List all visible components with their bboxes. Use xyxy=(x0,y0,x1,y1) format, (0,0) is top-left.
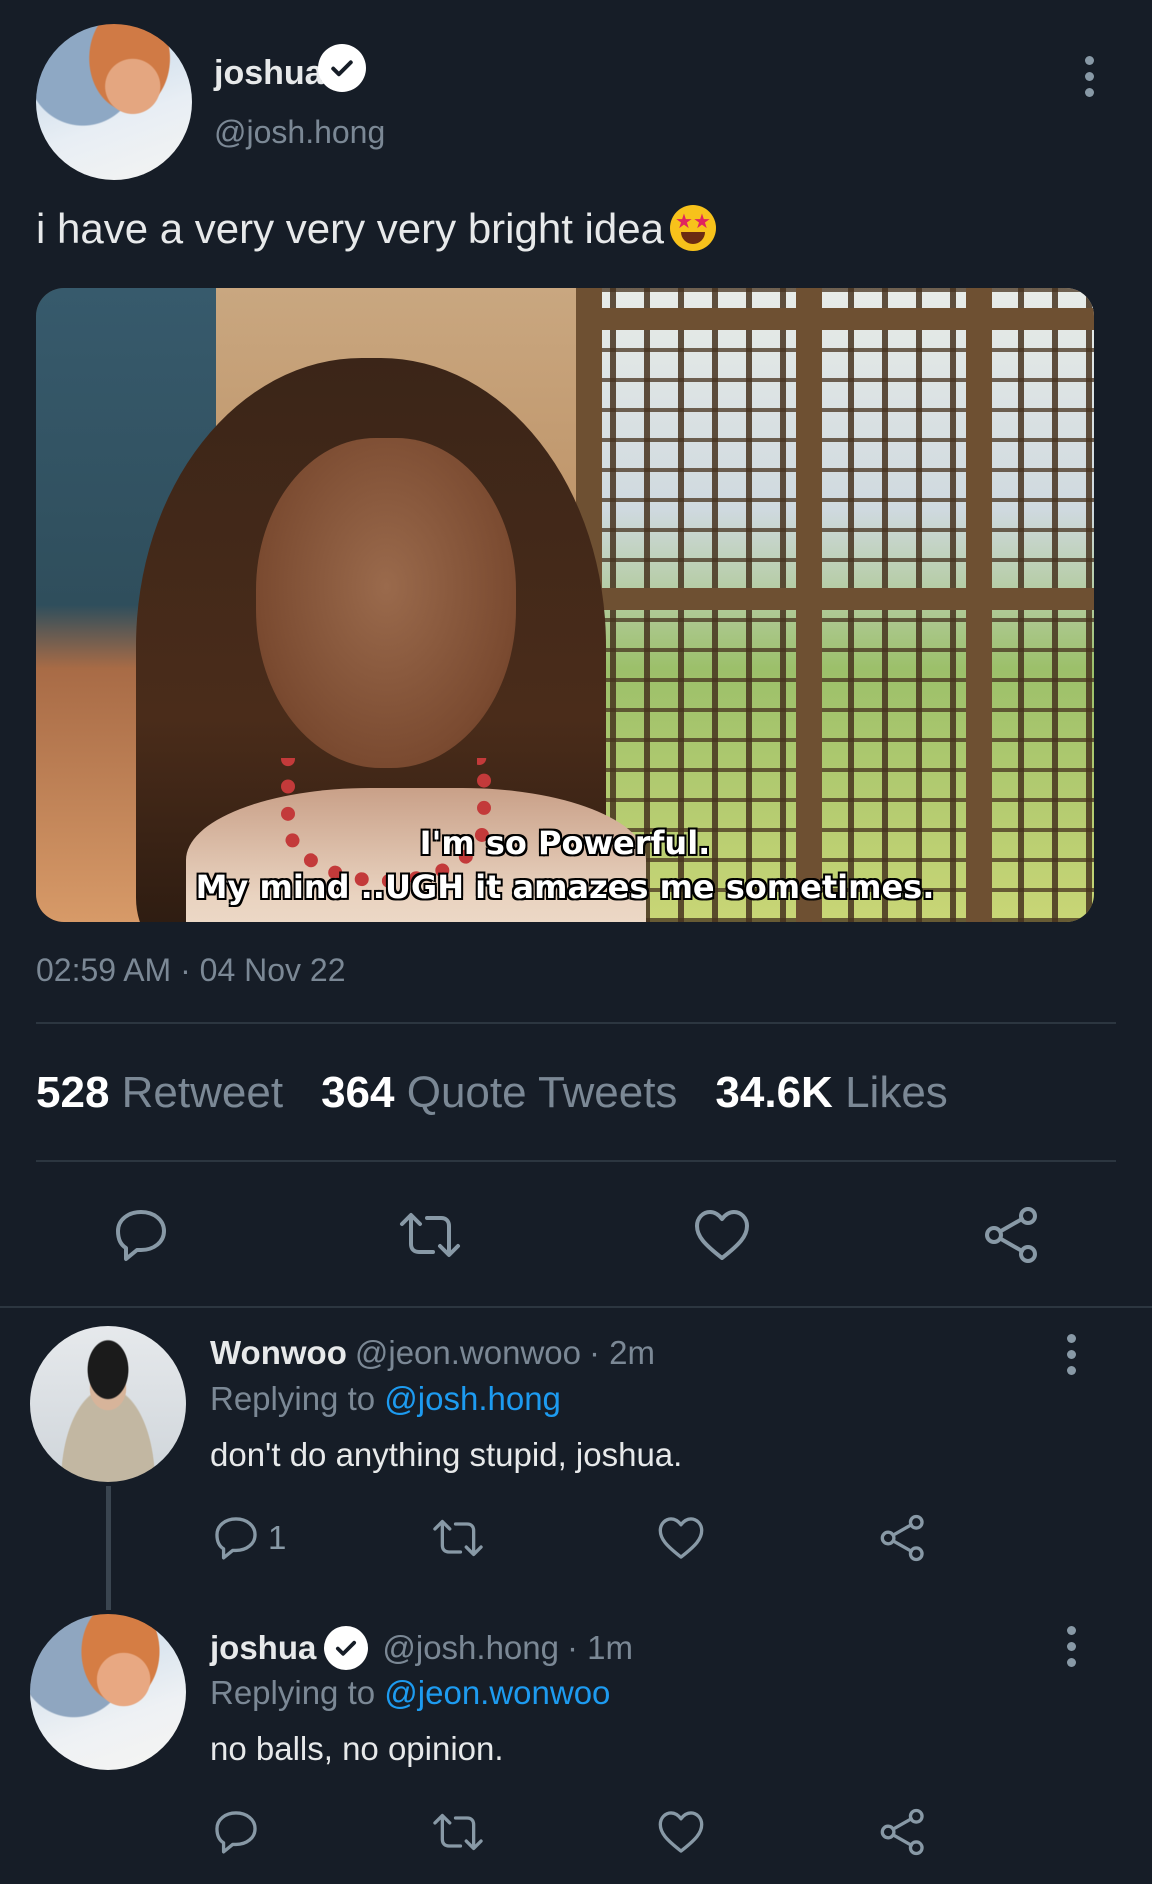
quotes-count: 364 xyxy=(321,1068,395,1117)
like-button[interactable] xyxy=(656,1514,706,1562)
media-caption-line-1: I'm so Powerful. xyxy=(419,824,711,862)
wonwoo-avatar[interactable] xyxy=(30,1326,186,1482)
verified-badge-icon xyxy=(318,44,366,92)
reply-header: joshua @josh.hong · 1m xyxy=(210,1626,633,1670)
more-options-icon[interactable] xyxy=(1064,1334,1078,1375)
media-caption-line-2: My mind ..UGH it amazes me sometimes. xyxy=(195,868,935,906)
share-icon xyxy=(880,1808,924,1856)
tweet-text: i have a very very very bright idea xyxy=(36,205,716,252)
like-button[interactable] xyxy=(692,1206,752,1264)
replying-to-link[interactable]: @josh.hong xyxy=(384,1380,561,1417)
replying-prefix: Replying to xyxy=(210,1674,376,1711)
retweet-icon xyxy=(400,1213,460,1257)
reply-button[interactable] xyxy=(212,1808,260,1856)
reply-time: · 1m xyxy=(566,1629,633,1666)
share-button[interactable] xyxy=(878,1514,928,1562)
share-button[interactable] xyxy=(982,1206,1042,1264)
heart-icon xyxy=(658,1517,704,1559)
more-options-icon[interactable] xyxy=(1064,1626,1078,1667)
share-icon xyxy=(880,1514,924,1562)
likes-stat[interactable]: 34.6K Likes xyxy=(715,1068,947,1118)
divider xyxy=(0,1306,1152,1308)
author-avatar[interactable] xyxy=(36,24,192,180)
replying-to-line: Replying to @josh.hong xyxy=(210,1380,561,1418)
reply-text: no balls, no opinion. xyxy=(210,1730,504,1767)
replying-to-line: Replying to @jeon.wonwoo xyxy=(210,1674,610,1712)
retweets-stat[interactable]: 528 Retweet xyxy=(36,1068,283,1118)
reply-icon xyxy=(116,1210,166,1261)
reply-text: don't do anything stupid, joshua. xyxy=(210,1436,683,1473)
tweet-stats: 528 Retweet 364 Quote Tweets 34.6K Likes xyxy=(36,1068,948,1118)
retweet-button[interactable] xyxy=(430,1808,486,1856)
reply-author-name[interactable]: joshua xyxy=(210,1629,316,1667)
share-icon xyxy=(985,1207,1037,1263)
replying-to-link[interactable]: @jeon.wonwoo xyxy=(384,1674,610,1711)
retweet-button[interactable] xyxy=(396,1206,464,1264)
share-button[interactable] xyxy=(878,1808,928,1856)
star-struck-emoji-icon xyxy=(669,205,716,251)
heart-icon xyxy=(658,1811,704,1853)
retweet-button[interactable] xyxy=(430,1514,486,1562)
tweet-media-image[interactable]: I'm so Powerful. My mind ..UGH it amazes… xyxy=(36,288,1094,922)
tweet-timestamp[interactable]: 02:59 AM · 04 Nov 22 xyxy=(36,952,346,989)
reply-button[interactable]: 1 xyxy=(212,1514,286,1562)
more-options-icon[interactable] xyxy=(1082,56,1096,97)
quotes-label: Quote Tweets xyxy=(406,1068,678,1117)
reply-count: 1 xyxy=(268,1519,287,1556)
joshua-avatar[interactable] xyxy=(30,1614,186,1770)
reply-time: · 2m xyxy=(589,1334,655,1371)
reply-header: Wonwoo @jeon.wonwoo · 2m xyxy=(210,1334,655,1372)
retweet-icon xyxy=(433,1813,483,1851)
reply-icon xyxy=(215,1811,257,1854)
quotes-stat[interactable]: 364 Quote Tweets xyxy=(321,1068,677,1118)
likes-label: Likes xyxy=(845,1068,948,1117)
thread-connector-line xyxy=(106,1486,111,1610)
divider xyxy=(36,1022,1116,1024)
retweets-label: Retweet xyxy=(121,1068,284,1117)
verified-badge-icon xyxy=(324,1626,369,1670)
like-button[interactable] xyxy=(656,1808,706,1856)
reply-author-handle[interactable]: @jeon.wonwoo xyxy=(355,1334,581,1372)
reply-button[interactable] xyxy=(112,1206,170,1264)
reply-icon xyxy=(215,1517,257,1560)
author-name[interactable]: joshua xyxy=(214,54,324,93)
divider xyxy=(36,1160,1116,1162)
retweets-count: 528 xyxy=(36,1068,110,1117)
replying-prefix: Replying to xyxy=(210,1380,376,1417)
retweet-icon xyxy=(433,1519,483,1557)
author-handle[interactable]: @josh.hong xyxy=(214,114,385,151)
reply-author-name[interactable]: Wonwoo xyxy=(210,1334,347,1372)
tweet-text-content: i have a very very very bright idea xyxy=(36,205,664,252)
reply-author-handle[interactable]: @josh.hong xyxy=(382,1629,559,1667)
heart-icon xyxy=(695,1210,749,1260)
likes-count: 34.6K xyxy=(715,1068,833,1117)
